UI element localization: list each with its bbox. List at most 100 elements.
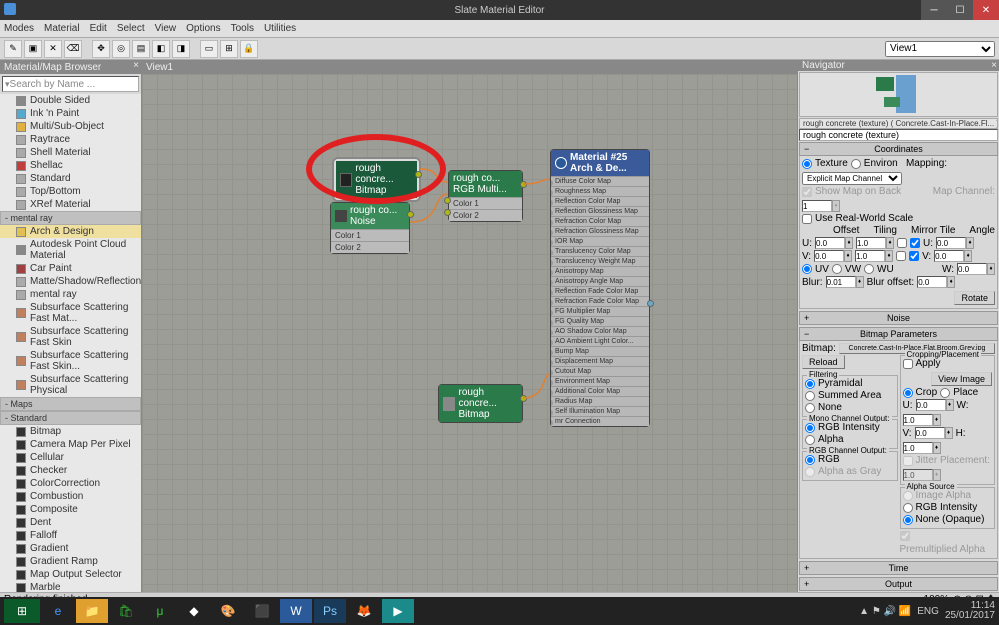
tray-icons[interactable]: ▲ ⚑ 🔊 📶 <box>859 606 911 617</box>
tree-item[interactable]: Subsurface Scattering Fast Skin <box>0 325 141 349</box>
material-slot[interactable]: Additional Color Map <box>551 386 649 396</box>
minimize-button[interactable]: ─ <box>921 0 947 20</box>
v-tiling-input[interactable] <box>855 250 885 262</box>
material-slot[interactable]: Displacement Map <box>551 356 649 366</box>
blur-input[interactable] <box>826 276 856 288</box>
tree-item[interactable]: Top/Bottom <box>0 185 141 198</box>
navigator-preview[interactable] <box>799 72 998 117</box>
menu-edit[interactable]: Edit <box>90 23 107 34</box>
task-store-icon[interactable]: 🛍 <box>110 599 142 623</box>
vw-radio[interactable] <box>832 264 842 274</box>
view-select[interactable]: View1 <box>885 41 995 57</box>
breadcrumb[interactable]: rough concrete (texture) ( Concrete.Cast… <box>799 118 998 129</box>
apply-check[interactable] <box>903 359 913 369</box>
time-rollout[interactable]: Time <box>799 561 998 575</box>
material-slot[interactable]: Reflection Color Map <box>551 196 649 206</box>
menu-modes[interactable]: Modes <box>4 23 34 34</box>
tool-option2-icon[interactable]: ◨ <box>172 40 190 58</box>
material-slot[interactable]: Refraction Glossiness Map <box>551 226 649 236</box>
mapchannel-input[interactable] <box>802 200 832 212</box>
section-standard-maps[interactable]: - Standard <box>0 411 141 425</box>
tree-item[interactable]: Arch & Design <box>0 225 141 238</box>
nav-close-icon[interactable]: × <box>991 60 997 71</box>
tree-item[interactable]: Car Paint <box>0 262 141 275</box>
material-slot[interactable]: Anisotropy Map <box>551 266 649 276</box>
tree-item[interactable]: Subsurface Scattering Fast Skin... <box>0 349 141 373</box>
search-input[interactable]: ▾ Search by Name ... <box>2 76 139 92</box>
wu-radio[interactable] <box>864 264 874 274</box>
tray-lang[interactable]: ENG <box>917 606 939 617</box>
material-slot[interactable]: Cutout Map <box>551 366 649 376</box>
filter-none-radio[interactable] <box>805 403 815 413</box>
tree-item[interactable]: Composite <box>0 503 141 516</box>
task-firefox-icon[interactable]: 🦊 <box>348 599 380 623</box>
material-slot[interactable]: Reflection Fade Color Map <box>551 286 649 296</box>
crop-u-input[interactable] <box>916 399 946 411</box>
tool-move-icon[interactable]: ✥ <box>92 40 110 58</box>
material-slot[interactable]: Translucency Color Map <box>551 246 649 256</box>
tree-item[interactable]: Falloff <box>0 529 141 542</box>
rgbout-rgb-radio[interactable] <box>805 455 815 465</box>
material-slot[interactable]: Refraction Fade Color Map <box>551 296 649 306</box>
task-app2-icon[interactable]: 🎨 <box>212 599 244 623</box>
tool-x-icon[interactable]: ✕ <box>44 40 62 58</box>
tree-item[interactable]: Cellular <box>0 451 141 464</box>
task-app3-icon[interactable]: ⬛ <box>246 599 278 623</box>
tree-item[interactable]: ColorCorrection <box>0 477 141 490</box>
crop-radio[interactable] <box>903 388 913 398</box>
tree-item[interactable]: Dent <box>0 516 141 529</box>
material-slot[interactable]: Environment Map <box>551 376 649 386</box>
u-offset-input[interactable] <box>815 237 845 249</box>
material-slot[interactable]: AO Ambient Light Color... <box>551 336 649 346</box>
crop-v-input[interactable] <box>915 427 945 439</box>
node-material[interactable]: Material #25Arch & De... Diffuse Color M… <box>550 149 650 427</box>
tree-item[interactable]: Double Sided <box>0 94 141 107</box>
task-utorrent-icon[interactable]: μ <box>144 599 176 623</box>
tool-layout-icon[interactable]: ⊞ <box>220 40 238 58</box>
mapping-select[interactable]: Explicit Map Channel <box>802 172 902 185</box>
node-rgb-multiply[interactable]: rough co...RGB Multi... Color 1 Color 2 <box>448 170 523 222</box>
tree-item[interactable]: Marble <box>0 581 141 592</box>
tree-item[interactable]: Shellac <box>0 159 141 172</box>
realworld-check[interactable] <box>802 214 812 224</box>
material-slot[interactable]: mr Connection <box>551 416 649 426</box>
tree-item[interactable]: Raytrace <box>0 133 141 146</box>
material-slot[interactable]: Self Illumination Map <box>551 406 649 416</box>
material-slot[interactable]: Anisotropy Angle Map <box>551 276 649 286</box>
tree-item[interactable]: Standard <box>0 172 141 185</box>
v-angle-input[interactable] <box>934 250 964 262</box>
tree-item[interactable]: Bitmap <box>0 425 141 438</box>
system-tray[interactable]: ▲ ⚑ 🔊 📶 ENG 11:1425/01/2017 <box>859 601 995 621</box>
mono-rgbint-radio[interactable] <box>805 423 815 433</box>
view-image-button[interactable]: View Image <box>931 372 992 386</box>
mono-alpha-radio[interactable] <box>805 435 815 445</box>
tree-item[interactable]: XRef Material <box>0 198 141 211</box>
menu-view[interactable]: View <box>155 23 177 34</box>
canvas-tab[interactable]: View1 <box>142 60 797 74</box>
material-name-input[interactable]: rough concrete (texture) <box>799 129 998 141</box>
section-mental-ray[interactable]: - mental ray <box>0 211 141 225</box>
material-slot[interactable]: Reflection Glossiness Map <box>551 206 649 216</box>
material-slot[interactable]: FG Multiplier Map <box>551 306 649 316</box>
tree-item[interactable]: Multi/Sub-Object <box>0 120 141 133</box>
reload-button[interactable]: Reload <box>802 355 845 369</box>
node-bitmap-1[interactable]: rough concre...Bitmap <box>334 159 419 200</box>
start-button[interactable]: ⊞ <box>4 599 40 623</box>
tray-clock[interactable]: 11:1425/01/2017 <box>945 601 995 621</box>
node-canvas[interactable]: rough concre...Bitmap rough co...Noise C… <box>142 74 797 592</box>
task-ie-icon[interactable]: e <box>42 599 74 623</box>
crop-w-input[interactable] <box>903 414 933 426</box>
uv-radio[interactable] <box>802 264 812 274</box>
material-slot[interactable]: Translucency Weight Map <box>551 256 649 266</box>
tool-showmap-icon[interactable]: ▤ <box>132 40 150 58</box>
output-rollout[interactable]: Output <box>799 577 998 591</box>
tool-preview-icon[interactable]: ◎ <box>112 40 130 58</box>
tree-item[interactable]: Shell Material <box>0 146 141 159</box>
tree-item[interactable]: Subsurface Scattering Fast Mat... <box>0 301 141 325</box>
alphasrc-none-radio[interactable] <box>903 515 913 525</box>
tool-option1-icon[interactable]: ◧ <box>152 40 170 58</box>
tree-item[interactable]: Camera Map Per Pixel <box>0 438 141 451</box>
task-3dsmax-icon[interactable]: ▶ <box>382 599 414 623</box>
close-button[interactable]: ✕ <box>973 0 999 20</box>
tree-item[interactable]: Matte/Shadow/Reflection <box>0 275 141 288</box>
